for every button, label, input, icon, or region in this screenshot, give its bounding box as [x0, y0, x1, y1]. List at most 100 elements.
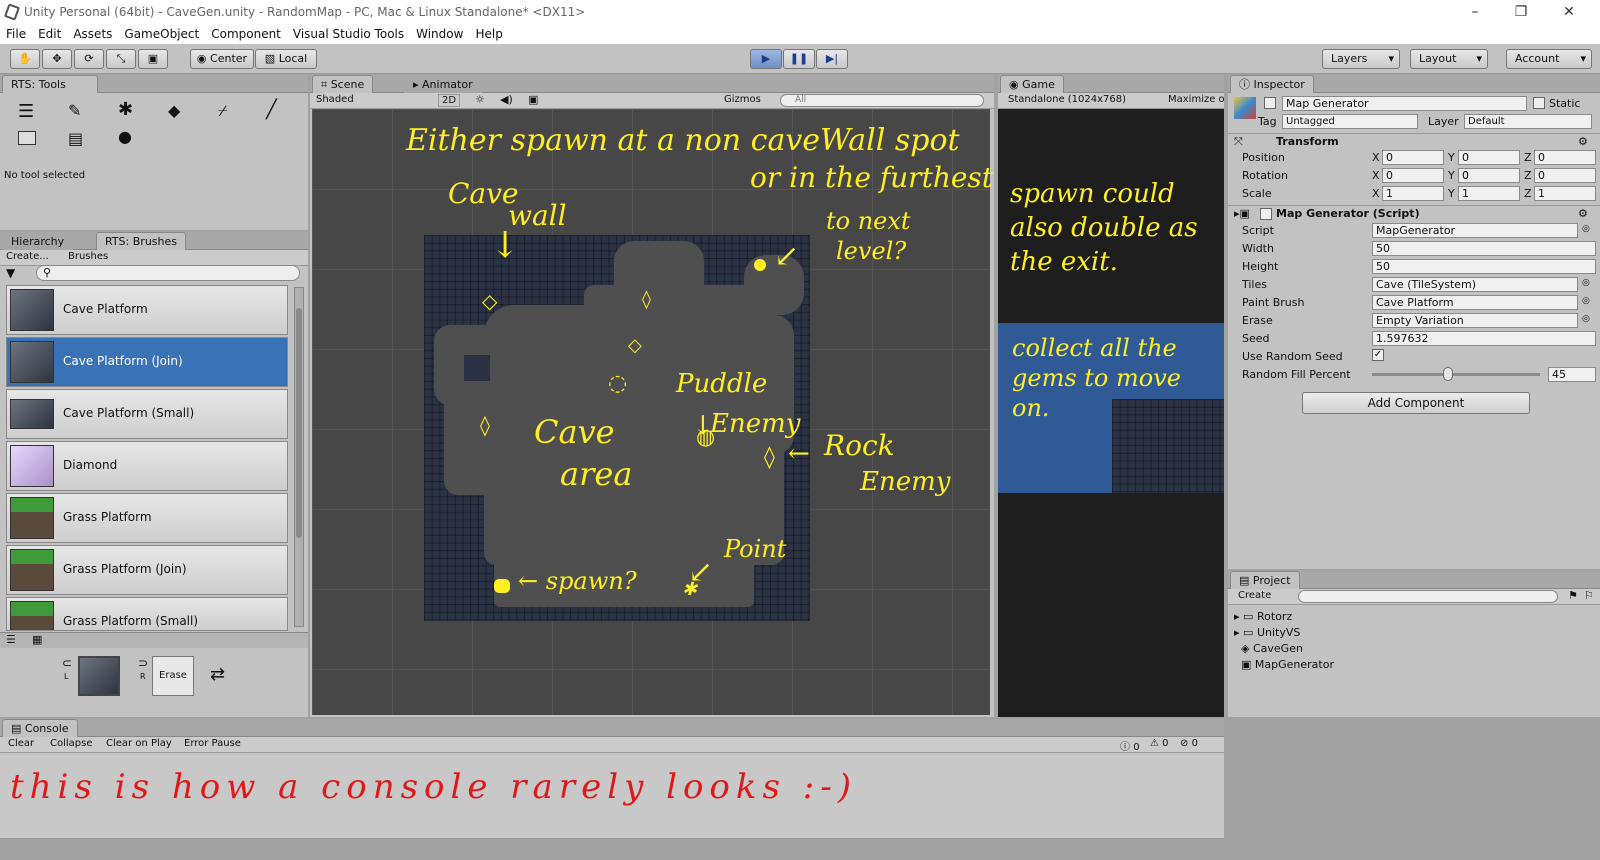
tab-inspector[interactable]: ⓘ Inspector	[1230, 75, 1314, 93]
pause-button[interactable]: ❚❚	[783, 49, 815, 69]
scale-y-field[interactable]: 1	[1458, 186, 1520, 201]
gear-icon[interactable]: ⚙	[1578, 207, 1588, 220]
list-item[interactable]: ▸ ▭ UnityVS	[1234, 625, 1334, 641]
restore-button[interactable]: ❐	[1498, 0, 1544, 24]
width-field[interactable]: 50	[1372, 241, 1596, 256]
layer-dropdown[interactable]: Default	[1464, 114, 1592, 129]
close-button[interactable]: ✕	[1546, 0, 1592, 24]
filter-label-icon[interactable]: ⚐	[1584, 589, 1594, 602]
rotate-tool-icon[interactable]: ⟳	[74, 49, 104, 69]
filter-icon[interactable]: ▼	[6, 266, 15, 280]
project-create-button[interactable]: Create	[1238, 590, 1271, 601]
list-item[interactable]: ▸ ▭ Rotorz	[1234, 609, 1334, 625]
static-checkbox[interactable]	[1533, 97, 1545, 109]
gear-icon[interactable]: ⚙	[1578, 135, 1588, 148]
list-item[interactable]: Grass Platform (Small)	[6, 597, 288, 631]
position-z-field[interactable]: 0	[1534, 150, 1596, 165]
project-search-input[interactable]	[1298, 590, 1558, 603]
grid-view-icon[interactable]: ▦	[32, 633, 42, 646]
scene-viewport[interactable]: Either spawn at a non caveWall spot or i…	[312, 109, 1102, 715]
rectangle-tool-icon[interactable]	[18, 131, 36, 145]
step-button[interactable]: ▶|	[816, 49, 848, 69]
resolution-dropdown[interactable]: Standalone (1024x768)	[1008, 94, 1126, 105]
list-view-icon[interactable]: ☰	[6, 633, 16, 646]
warning-count[interactable]: ⚠ 0	[1150, 738, 1169, 749]
info-count[interactable]: ⓘ 0	[1120, 738, 1140, 753]
erase-field[interactable]: Empty Variation	[1372, 313, 1578, 328]
game-viewport[interactable]: spawn could also double as the exit. col…	[998, 109, 1224, 717]
rotation-x-field[interactable]: 0	[1382, 168, 1444, 183]
effects-icon[interactable]: ▣	[528, 93, 538, 106]
list-item[interactable]: Grass Platform	[6, 493, 288, 543]
list-item[interactable]: ◈ CaveGen	[1234, 641, 1334, 657]
paint-brush-field[interactable]: Cave Platform	[1372, 295, 1578, 310]
script-field[interactable]: MapGenerator	[1372, 223, 1578, 238]
lighting-icon[interactable]: ☼	[475, 93, 485, 106]
object-picker-icon[interactable]: ◎	[1582, 314, 1590, 324]
line-tool-icon[interactable]: ╱	[266, 99, 277, 120]
tab-rts-tools[interactable]: RTS: Tools	[2, 75, 98, 93]
scene-search-input[interactable]: All	[780, 94, 984, 107]
layout-dropdown[interactable]: Layout ▾	[1410, 49, 1488, 69]
spray-icon[interactable]: ▤	[68, 129, 83, 148]
height-field[interactable]: 50	[1372, 259, 1596, 274]
use-random-seed-checkbox[interactable]: ✓	[1372, 349, 1384, 361]
object-picker-icon[interactable]: ◎	[1582, 278, 1590, 288]
seed-field[interactable]: 1.597632	[1372, 331, 1596, 346]
clear-on-play-button[interactable]: Clear on Play	[106, 738, 172, 749]
menu-component[interactable]: Component	[205, 24, 287, 44]
random-fill-field[interactable]: 45	[1548, 367, 1596, 382]
scale-x-field[interactable]: 1	[1382, 186, 1444, 201]
menu-gameobject[interactable]: GameObject	[118, 24, 205, 44]
gizmos-dropdown[interactable]: Gizmos	[724, 94, 761, 105]
component-enabled-checkbox[interactable]	[1260, 208, 1272, 220]
list-item[interactable]: Diamond	[6, 441, 288, 491]
layers-dropdown[interactable]: Layers ▾	[1322, 49, 1400, 69]
minimize-button[interactable]: –	[1452, 0, 1498, 24]
scale-z-field[interactable]: 1	[1534, 186, 1596, 201]
picker-icon[interactable]: ⌿	[218, 101, 228, 121]
paint-brush-icon[interactable]: ✎	[68, 101, 81, 120]
tag-dropdown[interactable]: Untagged	[1282, 114, 1418, 129]
drop-icon[interactable]: ●	[118, 127, 132, 146]
menu-help[interactable]: Help	[469, 24, 508, 44]
position-y-field[interactable]: 0	[1458, 150, 1520, 165]
rotation-z-field[interactable]: 0	[1534, 168, 1596, 183]
swap-icon[interactable]: ⇄	[210, 664, 225, 685]
rect-tool-icon[interactable]: ▣	[138, 49, 168, 69]
scale-tool-icon[interactable]: ⤡	[106, 49, 136, 69]
brush-search-input[interactable]: ⚲	[36, 265, 300, 281]
primary-brush-slot[interactable]	[78, 656, 120, 696]
pivot-center-button[interactable]: ◉ Center	[190, 49, 254, 69]
move-tool-icon[interactable]: ✥	[42, 49, 72, 69]
active-checkbox[interactable]	[1264, 97, 1276, 109]
menu-assets[interactable]: Assets	[67, 24, 118, 44]
error-pause-button[interactable]: Error Pause	[184, 738, 241, 749]
shading-dropdown[interactable]: Shaded	[316, 94, 354, 105]
menu-window[interactable]: Window	[410, 24, 469, 44]
tab-game[interactable]: ◉ Game	[1000, 75, 1064, 93]
brushes-dropdown[interactable]: Brushes	[68, 251, 108, 262]
list-item[interactable]: Grass Platform (Join)	[6, 545, 288, 595]
audio-icon[interactable]: ◀)	[500, 93, 513, 106]
tiles-field[interactable]: Cave (TileSystem)	[1372, 277, 1578, 292]
tab-animator[interactable]: ▸ Animator	[404, 75, 482, 93]
random-fill-slider[interactable]	[1372, 373, 1540, 376]
hand-tool-icon[interactable]: ✋	[10, 49, 40, 69]
add-component-button[interactable]: Add Component	[1302, 392, 1530, 414]
tab-console[interactable]: ▤ Console	[2, 719, 78, 737]
tab-project[interactable]: ▤ Project	[1230, 571, 1300, 589]
2d-toggle[interactable]: 2D	[438, 94, 461, 107]
object-picker-icon[interactable]: ◎	[1582, 296, 1590, 306]
maximize-toggle[interactable]: Maximize o	[1168, 94, 1224, 105]
list-item[interactable]: Cave Platform (Small)	[6, 389, 288, 439]
cycle-brush-icon[interactable]: ✱	[118, 99, 133, 120]
list-item[interactable]: ▣ MapGenerator	[1234, 657, 1334, 673]
tab-rts-brushes[interactable]: RTS: Brushes	[96, 232, 186, 250]
menu-file[interactable]: File	[0, 24, 32, 44]
list-item[interactable]: Cave Platform (Join)	[6, 337, 288, 387]
position-x-field[interactable]: 0	[1382, 150, 1444, 165]
menu-visual-studio-tools[interactable]: Visual Studio Tools	[287, 24, 410, 44]
collapse-button[interactable]: Collapse	[50, 738, 93, 749]
menu-icon[interactable]: ☰	[18, 101, 34, 122]
